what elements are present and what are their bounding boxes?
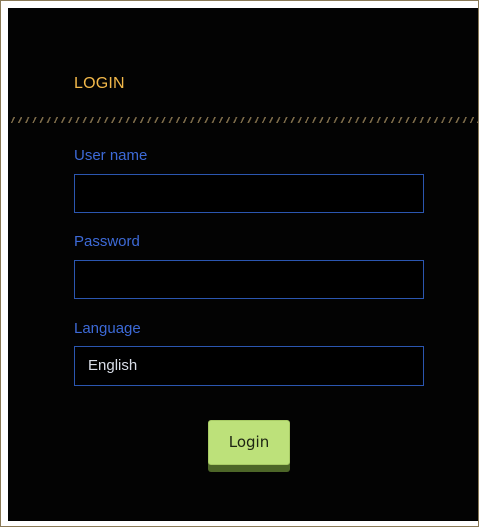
password-label: Password	[74, 233, 140, 250]
login-button[interactable]: Login	[208, 420, 290, 465]
login-window-frame: LOGIN User name Password Language Englis…	[0, 0, 479, 527]
language-label: Language	[74, 320, 141, 337]
username-input[interactable]	[74, 174, 424, 213]
login-panel: LOGIN User name Password Language Englis…	[8, 8, 478, 521]
language-select[interactable]: English	[74, 346, 424, 386]
language-selected-value: English	[88, 357, 138, 374]
title-divider	[8, 117, 478, 123]
password-input[interactable]	[74, 260, 424, 299]
login-title: LOGIN	[74, 75, 125, 92]
username-label: User name	[74, 147, 148, 164]
